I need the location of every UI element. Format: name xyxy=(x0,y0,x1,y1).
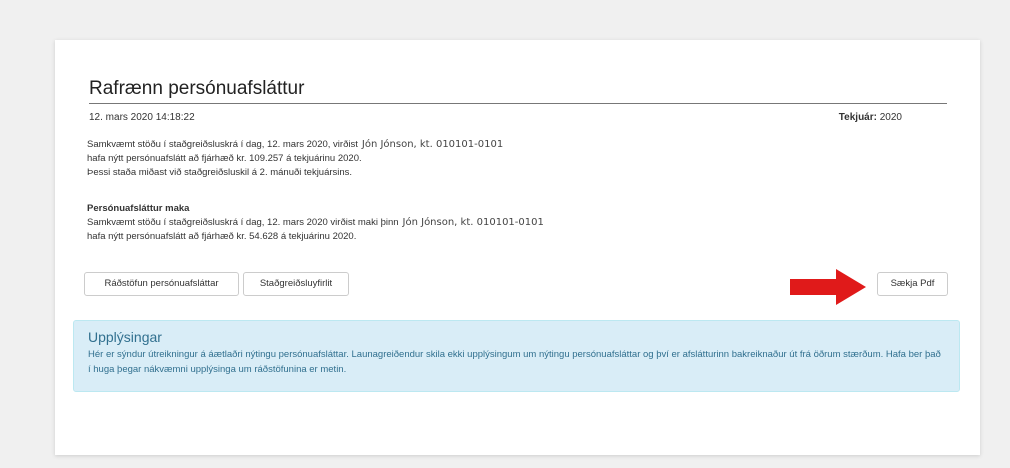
allowance-line-1: Samkvæmt stöðu í staðgreiðsluskrá í dag,… xyxy=(87,139,358,150)
allowance-person: Jón Jónson, kt. 010101-0101 xyxy=(361,139,504,150)
timestamp: 12. mars 2020 14:18:22 xyxy=(89,112,195,123)
income-year-value: 2020 xyxy=(879,112,902,123)
spouse-allowance-status: Persónuafsláttur maka Samkvæmt stöðu í s… xyxy=(87,202,544,244)
spouse-heading: Persónuafsláttur maka xyxy=(87,203,190,214)
spouse-person: Jón Jónson, kt. 010101-0101 xyxy=(402,217,544,228)
spouse-line-1: Samkvæmt stöðu í staðgreiðsluskrá í dag,… xyxy=(87,217,399,228)
download-pdf-button[interactable]: Sækja Pdf xyxy=(877,272,948,296)
allocation-button[interactable]: Ráðstöfun persónuafsláttar xyxy=(84,272,239,296)
allowance-line-2: hafa nýtt persónuafslátt að fjárhæð kr. … xyxy=(87,153,362,164)
main-card: Rafrænn persónuafsláttur 12. mars 2020 1… xyxy=(55,40,980,455)
income-year-label: Tekjuár: xyxy=(838,112,877,123)
withholding-summary-button[interactable]: Staðgreiðsluyfirlit xyxy=(243,272,349,296)
page-title: Rafrænn persónuafsláttur xyxy=(89,78,947,104)
allowance-line-3: Þessi staða miðast við staðgreiðsluskil … xyxy=(87,167,353,178)
spouse-line-2: hafa nýtt persónuafslátt að fjárhæð kr. … xyxy=(87,231,357,242)
allowance-status: Samkvæmt stöðu í staðgreiðsluskrá í dag,… xyxy=(87,138,503,180)
income-year: Tekjuár: 2020 xyxy=(839,112,902,123)
info-heading: Upplýsingar xyxy=(88,329,162,345)
arrow-right-icon xyxy=(790,269,866,305)
info-box: Upplýsingar Hér er sýndur útreikningur á… xyxy=(73,320,960,392)
info-text: Hér er sýndur útreikningur á áætlaðri ný… xyxy=(88,349,941,375)
